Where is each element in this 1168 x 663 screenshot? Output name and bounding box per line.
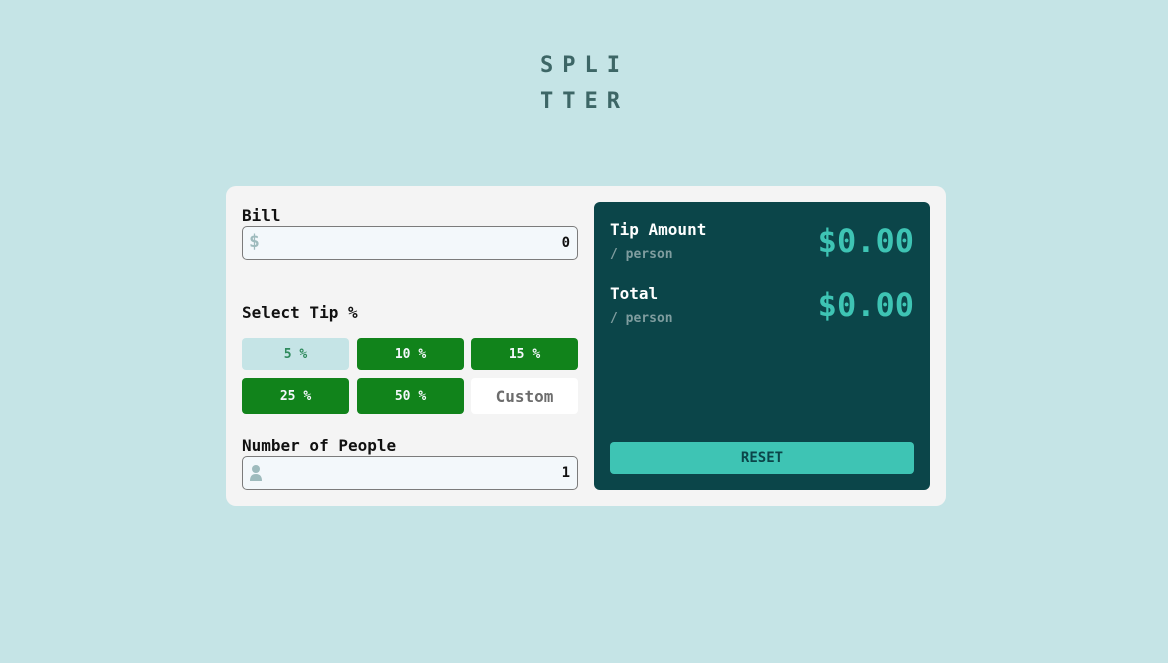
tip-amount-sub: / person — [610, 247, 673, 262]
person-icon — [249, 463, 263, 483]
reset-button[interactable]: RESET — [610, 442, 914, 474]
tip-amount-value: $0.00 — [817, 222, 914, 260]
total-value: $0.00 — [817, 286, 914, 324]
input-panel: Bill $ 0 Select Tip % 5 % 10 % 15 % 25 %… — [242, 202, 578, 490]
results-panel: Tip Amount / person $0.00 Total / person… — [594, 202, 930, 490]
tip-50-button[interactable]: 50 % — [357, 378, 464, 414]
people-input[interactable]: 1 — [242, 456, 578, 490]
tip-25-button[interactable]: 25 % — [242, 378, 349, 414]
people-label: Number of People — [242, 436, 397, 455]
total-label: Total — [610, 284, 659, 303]
people-value: 1 — [561, 465, 570, 481]
logo-line-2: TTER — [540, 89, 629, 114]
tip-5-button[interactable]: 5 % — [242, 338, 349, 370]
bill-label: Bill — [242, 206, 281, 225]
logo-line-1: SPLI — [540, 53, 629, 78]
tip-15-button[interactable]: 15 % — [471, 338, 578, 370]
tip-10-button[interactable]: 10 % — [357, 338, 464, 370]
total-sub: / person — [610, 311, 673, 326]
tip-amount-label: Tip Amount — [610, 220, 707, 239]
calculator-card: Bill $ 0 Select Tip % 5 % 10 % 15 % 25 %… — [226, 186, 946, 506]
dollar-icon: $ — [249, 231, 260, 252]
custom-tip-input[interactable]: Custom — [471, 378, 578, 414]
bill-value: 0 — [561, 235, 570, 251]
app-logo: SPLI TTER — [540, 48, 640, 120]
select-tip-label: Select Tip % — [242, 303, 358, 322]
bill-input[interactable]: $ 0 — [242, 226, 578, 260]
